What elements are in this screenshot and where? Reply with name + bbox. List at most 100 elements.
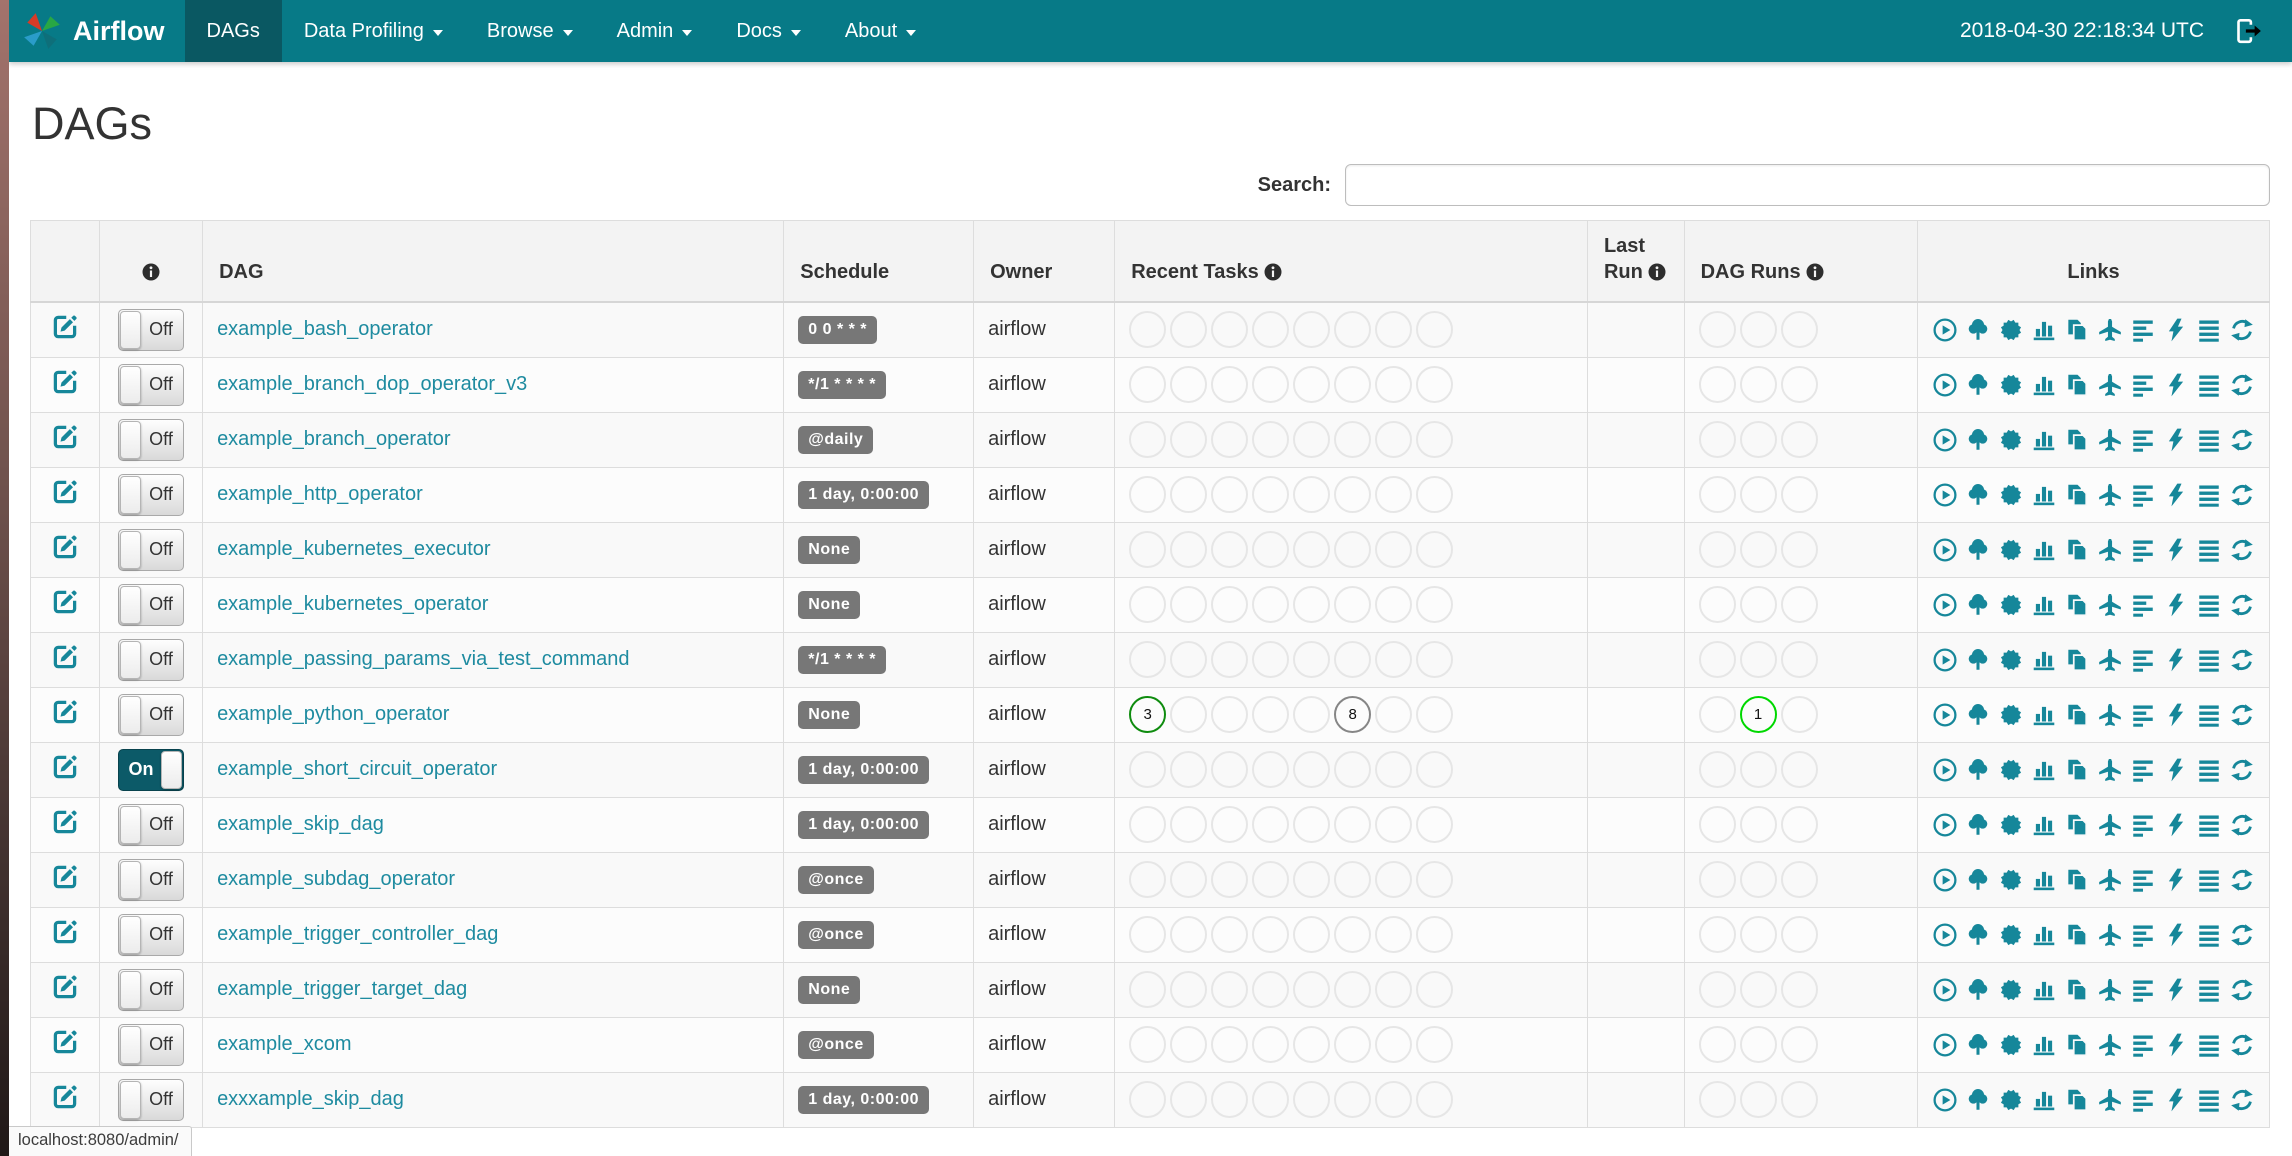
dag-link[interactable]: example_passing_params_via_test_command bbox=[217, 648, 629, 670]
link-flash[interactable] bbox=[2163, 482, 2189, 508]
link-refresh[interactable] bbox=[2229, 647, 2255, 673]
dag-toggle[interactable]: Off bbox=[118, 473, 184, 516]
link-tree[interactable] bbox=[1965, 702, 1991, 728]
task-state-circle[interactable] bbox=[1129, 861, 1167, 898]
task-state-circle[interactable] bbox=[1252, 861, 1290, 898]
link-plane[interactable] bbox=[2097, 1032, 2123, 1058]
nav-item-data-profiling[interactable]: Data Profiling bbox=[282, 0, 465, 62]
dag-toggle[interactable]: Off bbox=[118, 1023, 184, 1066]
task-state-circle[interactable] bbox=[1293, 641, 1331, 678]
header-links[interactable]: Links bbox=[1917, 220, 2270, 303]
link-plane[interactable] bbox=[2097, 702, 2123, 728]
link-bar-chart[interactable] bbox=[2031, 1087, 2057, 1113]
task-state-circle[interactable] bbox=[1739, 1026, 1777, 1063]
task-state-circle[interactable]: 8 bbox=[1334, 696, 1372, 733]
link-bar-chart[interactable] bbox=[2031, 317, 2057, 343]
link-play-circle[interactable] bbox=[1932, 482, 1958, 508]
task-state-circle[interactable] bbox=[1334, 531, 1372, 568]
task-state-circle[interactable] bbox=[1698, 1026, 1736, 1063]
link-align-left[interactable] bbox=[2130, 482, 2156, 508]
task-state-circle[interactable] bbox=[1129, 641, 1167, 678]
header-schedule[interactable]: Schedule bbox=[783, 220, 975, 303]
task-state-circle[interactable] bbox=[1780, 751, 1818, 788]
link-play-circle[interactable] bbox=[1932, 372, 1958, 398]
task-state-circle[interactable] bbox=[1211, 311, 1249, 349]
task-state-circle[interactable] bbox=[1252, 531, 1290, 568]
link-plane[interactable] bbox=[2097, 977, 2123, 1003]
link-sunburst[interactable] bbox=[1998, 922, 2024, 948]
task-state-circle[interactable] bbox=[1129, 971, 1167, 1008]
task-state-circle[interactable] bbox=[1170, 531, 1208, 568]
header-info[interactable] bbox=[98, 220, 204, 303]
link-duplicate[interactable] bbox=[2064, 812, 2090, 838]
task-state-circle[interactable] bbox=[1375, 641, 1413, 678]
task-state-circle[interactable] bbox=[1780, 586, 1818, 623]
nav-item-admin[interactable]: Admin bbox=[595, 0, 715, 62]
edit-dag-button[interactable] bbox=[50, 752, 80, 782]
task-state-circle[interactable] bbox=[1211, 751, 1249, 788]
task-state-circle[interactable] bbox=[1129, 806, 1167, 843]
link-tree[interactable] bbox=[1965, 537, 1991, 563]
task-state-circle[interactable] bbox=[1739, 311, 1777, 349]
link-bar-chart[interactable] bbox=[2031, 592, 2057, 618]
link-tree[interactable] bbox=[1965, 867, 1991, 893]
header-dag-runs[interactable]: DAG Runs bbox=[1683, 220, 1919, 303]
edit-dag-button[interactable] bbox=[50, 532, 80, 562]
task-state-circle[interactable] bbox=[1739, 421, 1777, 458]
task-state-circle[interactable] bbox=[1416, 421, 1454, 458]
task-state-circle[interactable] bbox=[1334, 1026, 1372, 1063]
task-state-circle[interactable] bbox=[1698, 586, 1736, 623]
link-tree[interactable] bbox=[1965, 1032, 1991, 1058]
link-align-justify[interactable] bbox=[2196, 482, 2222, 508]
link-play-circle[interactable] bbox=[1932, 537, 1958, 563]
link-flash[interactable] bbox=[2163, 647, 2189, 673]
task-state-circle[interactable] bbox=[1416, 366, 1454, 403]
link-align-justify[interactable] bbox=[2196, 647, 2222, 673]
task-state-circle[interactable] bbox=[1375, 1026, 1413, 1063]
link-align-left[interactable] bbox=[2130, 702, 2156, 728]
task-state-circle[interactable] bbox=[1334, 806, 1372, 843]
task-state-circle[interactable] bbox=[1780, 861, 1818, 898]
task-state-circle[interactable] bbox=[1739, 751, 1777, 788]
task-state-circle[interactable] bbox=[1334, 1081, 1372, 1118]
link-align-justify[interactable] bbox=[2196, 1087, 2222, 1113]
task-state-circle[interactable] bbox=[1375, 916, 1413, 953]
link-tree[interactable] bbox=[1965, 482, 1991, 508]
task-state-circle[interactable] bbox=[1334, 971, 1372, 1008]
link-flash[interactable] bbox=[2163, 537, 2189, 563]
task-state-circle[interactable] bbox=[1129, 421, 1167, 458]
link-align-left[interactable] bbox=[2130, 372, 2156, 398]
link-play-circle[interactable] bbox=[1932, 922, 1958, 948]
task-state-circle[interactable] bbox=[1334, 861, 1372, 898]
task-state-circle[interactable] bbox=[1252, 971, 1290, 1008]
header-last-run[interactable]: Last Run bbox=[1586, 220, 1685, 303]
task-state-circle[interactable] bbox=[1375, 806, 1413, 843]
task-state-circle[interactable] bbox=[1698, 861, 1736, 898]
brand-link[interactable]: Airflow bbox=[9, 0, 185, 62]
link-refresh[interactable] bbox=[2229, 1087, 2255, 1113]
task-state-circle[interactable] bbox=[1698, 806, 1736, 843]
link-duplicate[interactable] bbox=[2064, 647, 2090, 673]
link-tree[interactable] bbox=[1965, 317, 1991, 343]
link-plane[interactable] bbox=[2097, 757, 2123, 783]
task-state-circle[interactable] bbox=[1211, 531, 1249, 568]
dag-toggle[interactable]: Off bbox=[118, 308, 184, 351]
dag-link[interactable]: example_kubernetes_operator bbox=[217, 593, 488, 615]
link-sunburst[interactable] bbox=[1998, 1087, 2024, 1113]
task-state-circle[interactable] bbox=[1252, 696, 1290, 733]
link-plane[interactable] bbox=[2097, 482, 2123, 508]
link-tree[interactable] bbox=[1965, 647, 1991, 673]
task-state-circle[interactable] bbox=[1416, 696, 1454, 733]
task-state-circle[interactable] bbox=[1739, 916, 1777, 953]
link-sunburst[interactable] bbox=[1998, 702, 2024, 728]
link-bar-chart[interactable] bbox=[2031, 757, 2057, 783]
header-owner[interactable]: Owner bbox=[973, 220, 1116, 303]
link-flash[interactable] bbox=[2163, 427, 2189, 453]
task-state-circle[interactable] bbox=[1739, 861, 1777, 898]
link-refresh[interactable] bbox=[2229, 537, 2255, 563]
task-state-circle[interactable] bbox=[1211, 916, 1249, 953]
link-bar-chart[interactable] bbox=[2031, 427, 2057, 453]
link-tree[interactable] bbox=[1965, 427, 1991, 453]
link-plane[interactable] bbox=[2097, 647, 2123, 673]
task-state-circle[interactable] bbox=[1293, 751, 1331, 788]
